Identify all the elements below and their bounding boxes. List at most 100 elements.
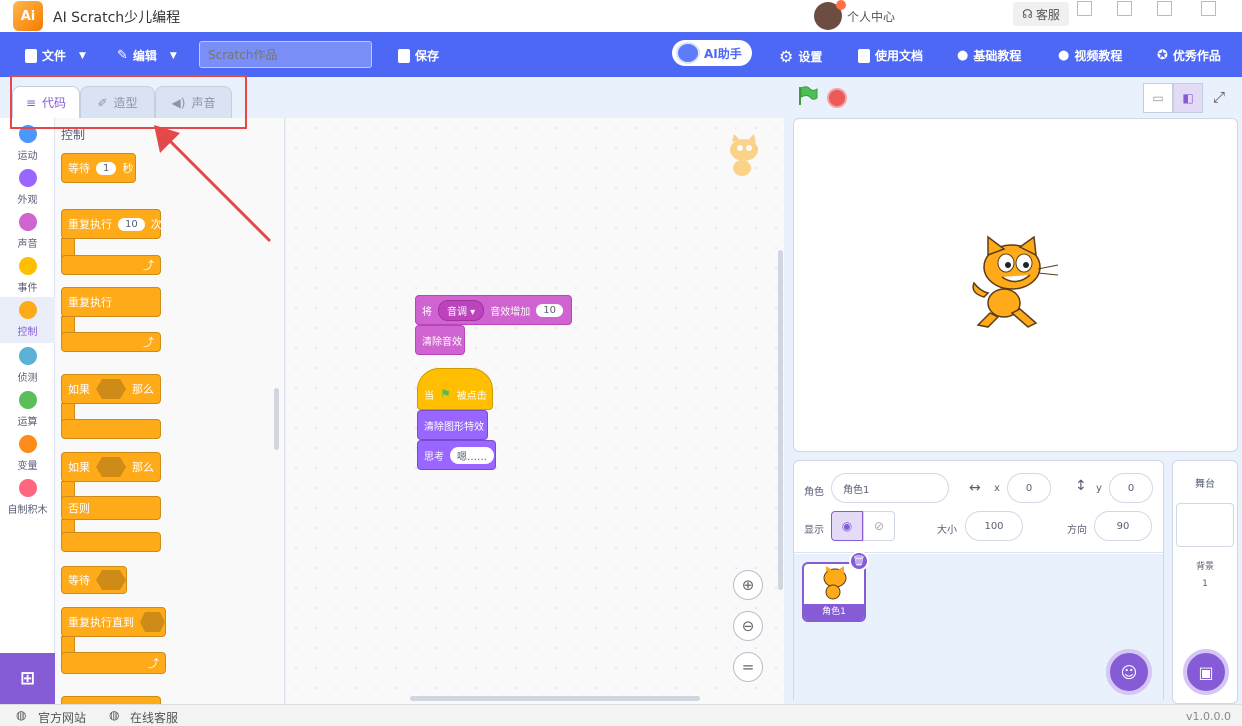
block-wait-until[interactable]: 等待 — [61, 566, 127, 594]
block-change-sound-effect[interactable]: 将 音调 ▾ 音效增加 10 — [415, 295, 572, 325]
show-sprite-button[interactable]: ◉ — [831, 511, 863, 541]
block-if-else[interactable]: 如果 那么 — [61, 452, 161, 482]
small-stage-button[interactable]: ▭ — [1143, 83, 1173, 113]
block-clear-graphic-effects[interactable]: 清除图形特效 — [417, 410, 488, 440]
service-button[interactable]: ☊ 客服 — [1013, 2, 1069, 26]
close-button[interactable] — [1201, 1, 1216, 16]
category-control[interactable]: 控制 — [0, 297, 55, 343]
block-text: 将 — [422, 306, 432, 318]
block-text: 当 — [424, 390, 434, 402]
add-extension-button[interactable]: ⊞ — [0, 653, 55, 704]
add-sprite-button[interactable]: ☺ — [1106, 649, 1152, 695]
window-menu-button[interactable] — [1077, 1, 1092, 16]
sprite-cat[interactable] — [966, 235, 1066, 335]
category-label: 运动 — [17, 151, 38, 162]
block-next-partial[interactable] — [61, 696, 161, 704]
block-when-flag-clicked[interactable]: 当 ⚑ 被点击 — [417, 368, 493, 410]
workspace-vertical-scrollbar[interactable] — [778, 250, 783, 590]
file-menu[interactable]: 文件 ▼ — [25, 47, 86, 64]
sprite-thumbnail[interactable]: 角色1 — [802, 562, 866, 622]
globe-icon: ◍ — [109, 708, 120, 722]
user-avatar[interactable] — [814, 0, 846, 30]
backdrop-count: 1 — [1202, 579, 1208, 589]
personal-center-link[interactable]: 个人中心 — [847, 8, 895, 25]
backdrop-label: 背景 — [1195, 562, 1214, 572]
category-operators[interactable]: 运算 — [0, 389, 55, 433]
normal-stage-icon: ◧ — [1182, 91, 1194, 105]
block-else: 否则 — [61, 496, 161, 520]
block-if-then[interactable]: 如果 那么 — [61, 374, 161, 404]
block-repeat[interactable]: 重复执行 10 次 — [61, 209, 162, 239]
stage-panel-title: 舞台 — [1195, 479, 1215, 490]
zoom-out-icon: ⊖ — [741, 617, 755, 635]
zoom-reset-button[interactable]: = — [733, 652, 763, 682]
stage-selector-panel[interactable]: 舞台 背景 1 ▣ — [1172, 460, 1238, 704]
zoom-in-icon: ⊕ — [741, 576, 755, 594]
x-field[interactable]: 0 — [1007, 473, 1051, 503]
fullscreen-icon[interactable]: ⤢ — [1213, 88, 1225, 106]
maximize-button[interactable] — [1157, 1, 1172, 16]
block-boolean-slot[interactable] — [96, 457, 126, 477]
excellent-works-label: 优秀作品 — [1172, 49, 1221, 63]
show-label: 显示 — [804, 525, 824, 536]
stop-button[interactable] — [827, 88, 847, 108]
code-workspace[interactable]: 将 音调 ▾ 音效增加 10 清除音效 当 ⚑ 被点击 清除图形特效 思考 嗯…… — [286, 118, 784, 704]
settings-button[interactable]: ⚙ 设置 — [779, 47, 822, 66]
palette-scrollbar[interactable] — [274, 388, 279, 450]
online-service-link[interactable]: 在线客服 — [130, 709, 178, 726]
block-repeat-until[interactable]: 重复执行直到 — [61, 607, 166, 637]
category-sensing[interactable]: 侦测 — [0, 345, 55, 389]
sound-effect-dropdown[interactable]: 音调 ▾ — [438, 299, 485, 321]
block-boolean-slot[interactable] — [140, 612, 165, 632]
block-wait[interactable]: 等待 1 秒 — [61, 153, 136, 183]
block-number-input[interactable]: 10 — [536, 303, 563, 317]
block-boolean-slot[interactable] — [96, 570, 126, 590]
hide-sprite-button[interactable]: ⊘ — [863, 511, 895, 541]
block-number-input[interactable]: 10 — [118, 217, 145, 231]
block-clear-sound-effects[interactable]: 清除音效 — [415, 325, 465, 355]
direction-field[interactable]: 90 — [1094, 511, 1152, 541]
block-text: 那么 — [132, 383, 154, 396]
block-boolean-slot[interactable] — [96, 379, 126, 399]
docs-label: 使用文档 — [875, 49, 924, 63]
minimize-button[interactable] — [1117, 1, 1132, 16]
block-think[interactable]: 思考 嗯…… — [417, 440, 496, 470]
ai-assistant-button[interactable]: AI助手 — [672, 40, 752, 66]
edit-menu-label: 编辑 — [132, 49, 157, 63]
video-tutorial-button[interactable]: ● 视频教程 — [1058, 47, 1122, 64]
size-field[interactable]: 100 — [965, 511, 1023, 541]
delete-sprite-button[interactable]: 🗑 — [849, 551, 869, 571]
project-title-input[interactable] — [199, 41, 372, 68]
block-text-input[interactable]: 嗯…… — [450, 446, 494, 464]
block-text: 如果 — [68, 461, 90, 474]
block-forever[interactable]: 重复执行 — [61, 287, 161, 317]
title-bar: Ai AI Scratch少儿编程 个人中心 ☊ 客服 — [0, 0, 1242, 32]
docs-button[interactable]: 使用文档 — [858, 47, 923, 64]
zoom-in-button[interactable]: ⊕ — [733, 570, 763, 600]
workspace-horizontal-scrollbar[interactable] — [410, 696, 700, 701]
official-site-link[interactable]: 官方网站 — [38, 709, 86, 726]
basic-tutorial-button[interactable]: ● 基础教程 — [957, 47, 1021, 64]
edit-menu[interactable]: ✎ 编辑 ▼ — [117, 47, 177, 64]
y-field[interactable]: 0 — [1109, 473, 1153, 503]
settings-label: 设置 — [798, 50, 823, 64]
add-backdrop-button[interactable]: ▣ — [1183, 649, 1229, 695]
sprite-list: 角色1 🗑 ☺ — [794, 551, 1163, 704]
category-sound[interactable]: 声音 — [0, 211, 55, 255]
backdrop-thumbnail[interactable] — [1176, 503, 1234, 547]
zoom-out-button[interactable]: ⊖ — [733, 611, 763, 641]
cat-thumbnail-icon — [823, 566, 847, 600]
save-button[interactable]: 保存 — [398, 47, 439, 64]
category-variables[interactable]: 变量 — [0, 433, 55, 477]
normal-stage-button[interactable]: ◧ — [1173, 83, 1203, 113]
excellent-works-button[interactable]: ✪ 优秀作品 — [1157, 47, 1221, 64]
category-looks[interactable]: 外观 — [0, 167, 55, 211]
category-my-blocks[interactable]: 自制积木 — [0, 477, 55, 521]
block-text: 等待 — [68, 574, 90, 587]
green-flag-button[interactable] — [797, 86, 819, 106]
block-number-input[interactable]: 1 — [96, 161, 117, 175]
block-text: 思考 — [424, 451, 444, 463]
category-events[interactable]: 事件 — [0, 255, 55, 299]
category-motion[interactable]: 运动 — [0, 123, 55, 167]
sprite-name-field[interactable]: 角色1 — [831, 473, 949, 503]
